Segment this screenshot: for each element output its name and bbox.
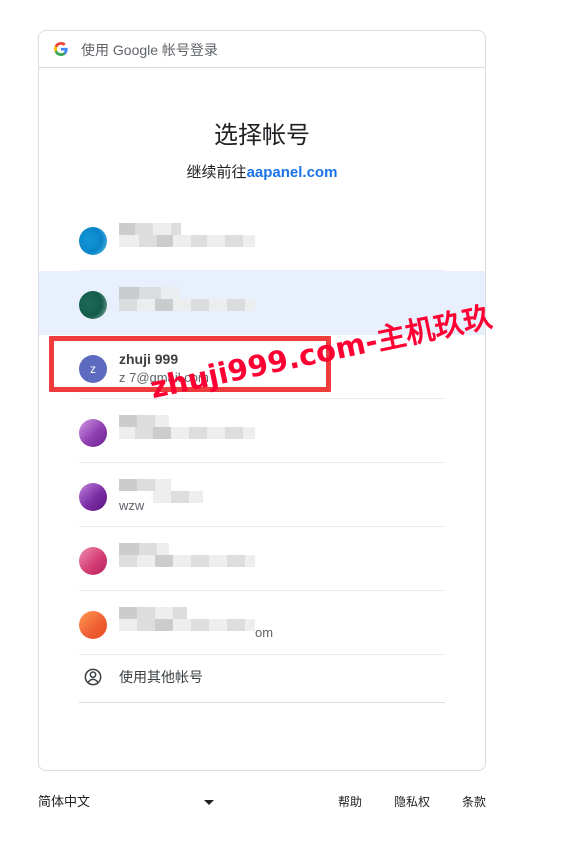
header-text: 使用 Google 帐号登录 xyxy=(81,42,218,58)
redacted-account-text xyxy=(119,223,255,257)
privacy-link[interactable]: 隐私权 xyxy=(394,792,430,812)
account-avatar-icon xyxy=(79,227,107,255)
subtitle: 继续前往aapanel.com xyxy=(39,163,485,183)
account-avatar-icon xyxy=(79,483,107,511)
account-avatar-icon xyxy=(79,547,107,575)
help-link[interactable]: 帮助 xyxy=(338,792,362,812)
subtitle-prefix: 继续前往 xyxy=(186,164,247,181)
account-row-5[interactable]: wzw xyxy=(39,463,485,527)
account-row-1[interactable] xyxy=(39,207,485,271)
page-title: 选择帐号 xyxy=(214,122,310,149)
language-select[interactable]: 简体中文 xyxy=(38,792,224,812)
row-divider xyxy=(79,702,445,703)
site-link[interactable]: aapanel.com xyxy=(247,164,338,181)
language-selected-value: 简体中文 xyxy=(38,794,91,809)
chevron-down-icon xyxy=(204,800,214,805)
person-circle-icon xyxy=(84,668,102,686)
sign-in-card: 使用 Google 帐号登录 选择帐号 继续前往aapanel.com z zh… xyxy=(38,30,486,771)
account-row-7[interactable]: om xyxy=(39,591,485,655)
footer-links: 帮助 隐私权 条款 xyxy=(338,792,486,812)
footer: 简体中文 帮助 隐私权 条款 xyxy=(38,792,486,816)
account-avatar-letter-icon: z xyxy=(79,355,107,383)
redacted-account-text xyxy=(119,287,255,321)
redacted-account-text xyxy=(119,415,255,449)
account-row-4[interactable] xyxy=(39,399,485,463)
account-row-6[interactable] xyxy=(39,527,485,591)
account-avatar-icon xyxy=(79,291,107,319)
account-avatar-icon xyxy=(79,611,107,639)
partial-account-text: om xyxy=(255,625,274,640)
use-another-account-label: 使用其他帐号 xyxy=(119,669,203,685)
google-g-icon xyxy=(54,42,68,56)
use-another-account-button[interactable]: 使用其他帐号 xyxy=(39,651,485,703)
page: 使用 Google 帐号登录 选择帐号 继续前往aapanel.com z zh… xyxy=(0,0,577,843)
account-avatar-icon xyxy=(79,419,107,447)
partial-account-text: wzw xyxy=(119,498,145,513)
card-header: 使用 Google 帐号登录 xyxy=(39,31,485,68)
redacted-account-text xyxy=(119,607,255,641)
redacted-account-text xyxy=(119,543,255,577)
terms-link[interactable]: 条款 xyxy=(462,792,486,812)
